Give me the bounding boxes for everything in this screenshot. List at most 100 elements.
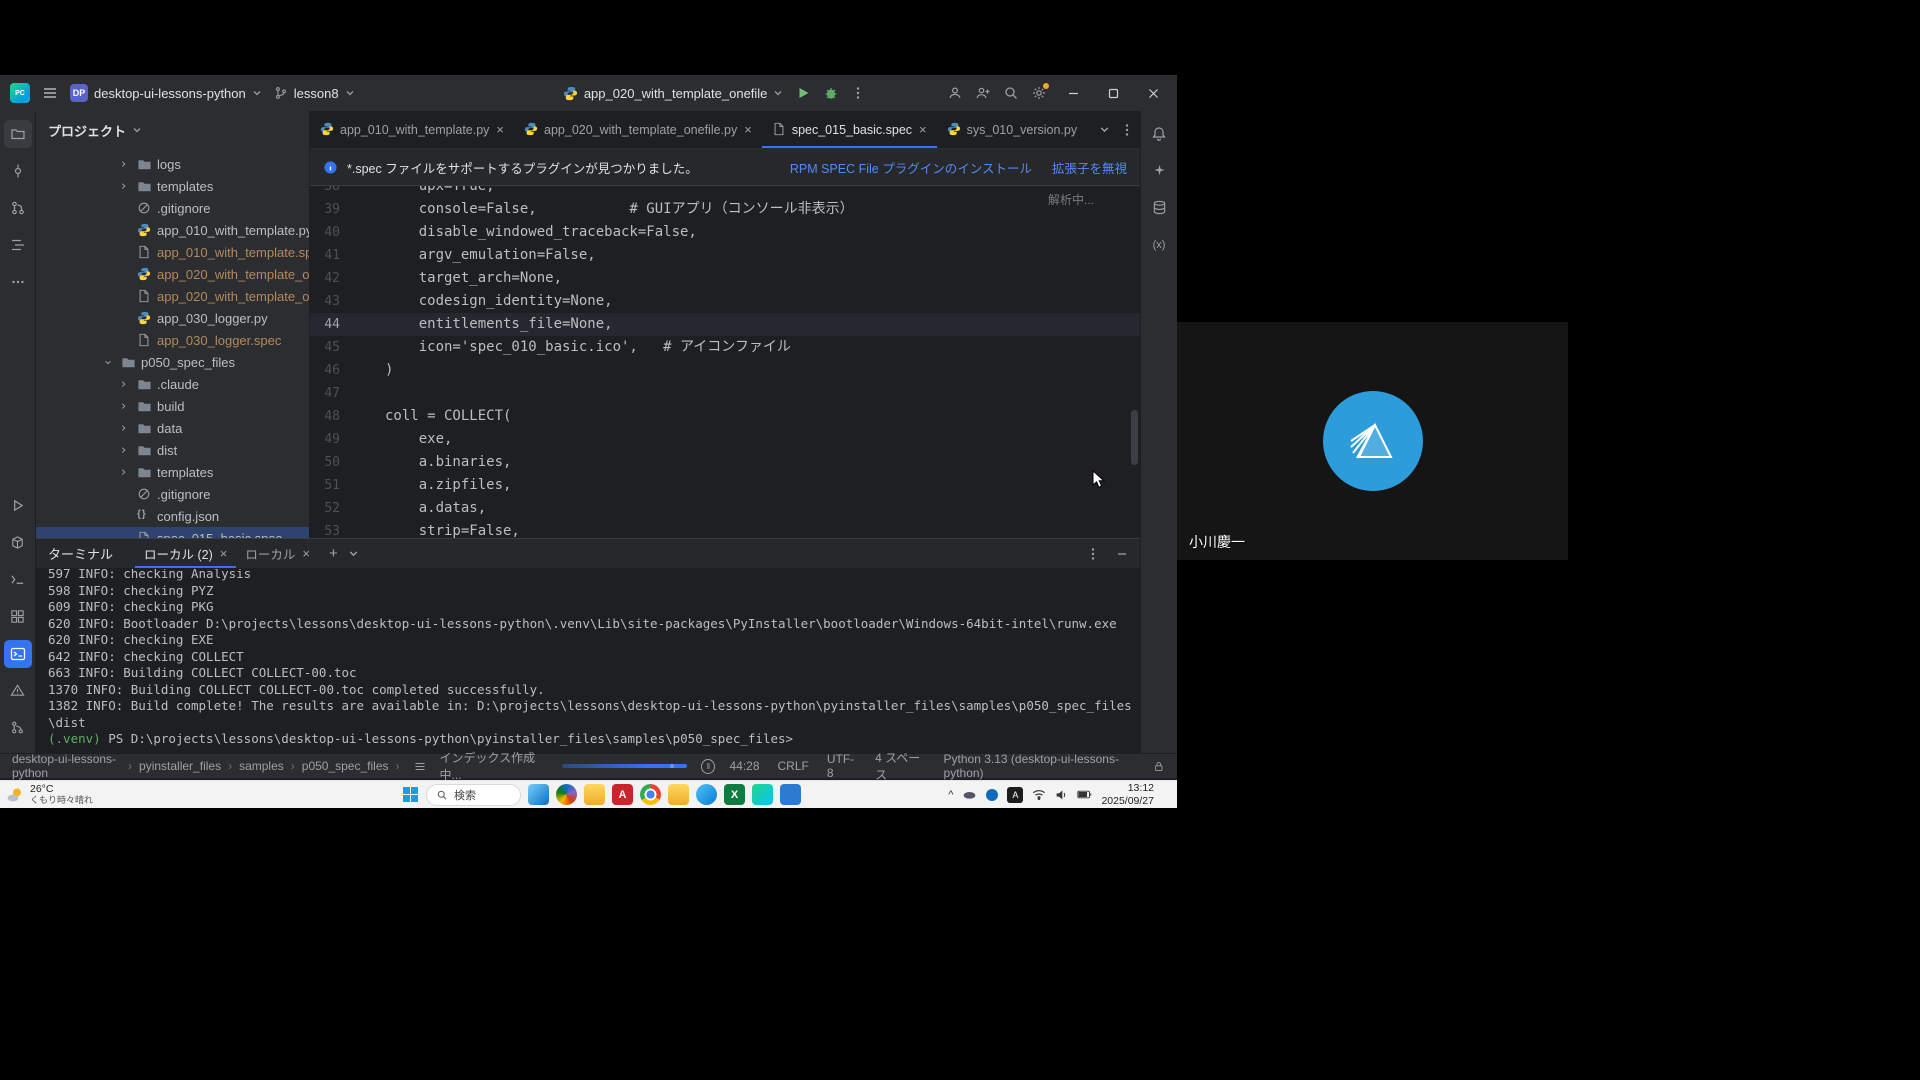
tree-item[interactable]: { } config.json — [36, 505, 309, 527]
editor-tab[interactable]: app_020_with_template_onefile.py — [514, 111, 762, 148]
problems-tool-button[interactable] — [4, 677, 32, 705]
tree-chevron-icon[interactable] — [121, 465, 132, 480]
project-widget[interactable]: DP desktop-ui-lessons-python — [70, 84, 262, 102]
code-editor[interactable]: 38 upx=True, 39 console=False, # GUIアプリ（… — [310, 186, 1140, 538]
breadcrumb-item[interactable]: samples — [239, 759, 284, 773]
chevron-down-icon[interactable] — [1099, 124, 1110, 135]
new-terminal-button[interactable] — [329, 545, 338, 562]
project-panel-header[interactable]: プロジェクト — [36, 111, 309, 149]
run-tool-button[interactable] — [4, 492, 32, 520]
lock-icon[interactable] — [1153, 760, 1165, 773]
close-tab-icon[interactable] — [302, 546, 310, 561]
main-menu-icon[interactable] — [42, 85, 58, 101]
indexing-details-icon[interactable] — [414, 760, 426, 773]
tree-item[interactable]: { } build — [36, 395, 309, 417]
tree-item[interactable]: { } app_010_with_template.py — [36, 219, 309, 241]
tray-expand-icon[interactable]: ^ — [948, 789, 953, 801]
pause-indexing-button[interactable]: ‖ — [701, 759, 715, 774]
project-tool-button[interactable] — [4, 120, 32, 148]
chevron-down-icon[interactable] — [348, 548, 359, 559]
terminal-tab[interactable]: ローカル — [236, 539, 319, 568]
kebab-menu-icon[interactable] — [851, 86, 865, 100]
ignore-extension-link[interactable]: 拡張子を無視 — [1052, 158, 1127, 177]
search-icon[interactable] — [1003, 85, 1019, 101]
sciview-tool-button[interactable]: (x) — [1145, 231, 1173, 259]
indent-setting[interactable]: 4 スペース — [875, 749, 925, 783]
tree-item[interactable]: { } data — [36, 417, 309, 439]
close-button[interactable] — [1139, 79, 1167, 107]
install-plugin-link[interactable]: RPM SPEC File プラグインのインストール — [790, 158, 1032, 177]
taskbar-clock[interactable]: 13:12 2025/09/27 — [1101, 782, 1154, 806]
tree-chevron-icon[interactable] — [121, 399, 132, 414]
taskbar-app-icon[interactable] — [724, 784, 745, 805]
python-console-tool-button[interactable] — [4, 566, 32, 594]
add-user-icon[interactable] — [975, 85, 991, 101]
breadcrumb-item[interactable]: desktop-ui-lessons-python — [12, 752, 121, 780]
taskbar-app-icon[interactable] — [640, 784, 661, 805]
tree-item[interactable]: { } .gitignore — [36, 197, 309, 219]
services-tool-button[interactable] — [4, 603, 32, 631]
version-control-tool-button[interactable] — [4, 714, 32, 742]
commit-tool-button[interactable] — [4, 157, 32, 185]
tree-item[interactable]: { } templates — [36, 175, 309, 197]
weather-widget[interactable]: 26°C くもり時々晴れ — [6, 783, 166, 805]
onedrive-icon[interactable] — [962, 789, 977, 800]
tree-item[interactable]: { } templates — [36, 461, 309, 483]
taskbar-app-icon[interactable] — [556, 784, 577, 805]
breadcrumb-item[interactable]: pyinstaller_files — [139, 759, 221, 773]
tree-chevron-icon[interactable] — [121, 157, 132, 172]
tree-item[interactable]: { } dist — [36, 439, 309, 461]
battery-icon[interactable] — [1077, 790, 1092, 799]
wifi-icon[interactable] — [1032, 789, 1046, 800]
minimize-button[interactable] — [1059, 79, 1087, 107]
code-with-me-icon[interactable] — [947, 85, 963, 101]
breadcrumb-item[interactable]: p050_spec_files — [302, 759, 389, 773]
structure-tool-button[interactable] — [4, 231, 32, 259]
editor-tab[interactable]: spec_015_basic.spec — [762, 111, 937, 148]
file-encoding[interactable]: UTF-8 — [827, 752, 857, 780]
taskbar-search[interactable]: 検索 — [426, 784, 521, 806]
terminal-tool-button[interactable] — [4, 640, 32, 668]
taskbar-app-icon[interactable] — [584, 784, 605, 805]
cursor-position[interactable]: 44:28 — [729, 759, 759, 773]
taskbar-app-icon[interactable] — [668, 784, 689, 805]
maximize-button[interactable] — [1099, 79, 1127, 107]
tree-item[interactable]: { } app_030_logger.py — [36, 307, 309, 329]
line-separator[interactable]: CRLF — [778, 759, 809, 773]
tree-item[interactable]: { } .gitignore — [36, 483, 309, 505]
taskbar-app-icon[interactable] — [752, 784, 773, 805]
volume-icon[interactable] — [1055, 789, 1068, 801]
tree-item[interactable]: { } .claude — [36, 373, 309, 395]
run-button[interactable] — [795, 85, 811, 101]
database-tool-button[interactable] — [1145, 194, 1173, 222]
start-button[interactable] — [402, 786, 419, 803]
editor-tab[interactable]: sys_010_version.py — [937, 111, 1099, 148]
taskbar-app-icon[interactable] — [780, 784, 801, 805]
kebab-menu-icon[interactable] — [1086, 547, 1100, 561]
close-tab-icon[interactable] — [919, 122, 927, 137]
tree-item[interactable]: { } p050_spec_files — [36, 351, 309, 373]
tree-chevron-icon[interactable] — [121, 377, 132, 392]
tree-item[interactable]: { } app_020_with_template_onefile.p — [36, 263, 309, 285]
pycharm-logo-icon[interactable]: PC — [10, 83, 30, 103]
debug-button[interactable] — [823, 85, 839, 101]
notifications-tool-button[interactable] — [1145, 120, 1173, 148]
kebab-menu-icon[interactable] — [1120, 123, 1134, 137]
bluetooth-icon[interactable] — [986, 789, 998, 801]
settings-gear-icon[interactable] — [1031, 85, 1047, 101]
terminal-output[interactable]: 597 INFO: checking Analysis 598 INFO: ch… — [36, 569, 1140, 753]
close-tab-icon[interactable] — [496, 122, 504, 137]
taskbar-app-icon[interactable] — [612, 784, 633, 805]
tree-chevron-icon[interactable] — [121, 179, 132, 194]
ime-indicator[interactable]: A — [1007, 787, 1023, 803]
tree-item[interactable]: { } logs — [36, 153, 309, 175]
taskbar-app-icon[interactable] — [696, 784, 717, 805]
close-tab-icon[interactable] — [220, 546, 228, 561]
pull-requests-tool-button[interactable] — [4, 194, 32, 222]
more-tools-button[interactable] — [4, 268, 32, 296]
tree-item[interactable]: { } app_020_with_template_onefile.s — [36, 285, 309, 307]
tree-chevron-icon[interactable] — [105, 355, 116, 370]
hide-panel-icon[interactable] — [1116, 548, 1128, 560]
editor-scrollbar-thumb[interactable] — [1131, 410, 1138, 465]
terminal-tab[interactable]: ローカル (2) — [135, 539, 236, 568]
